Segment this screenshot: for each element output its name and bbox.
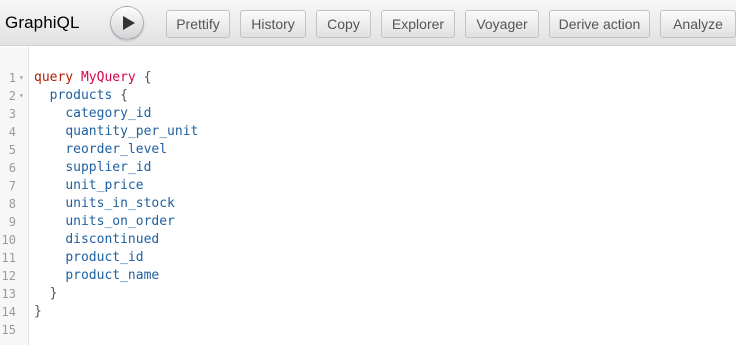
line-number: 13: [1, 287, 16, 301]
line-number: 7: [8, 179, 16, 193]
code-token-field: quantity_per_unit: [65, 124, 199, 139]
code-line[interactable]: 12 product_name: [0, 267, 736, 285]
explorer-button[interactable]: Explorer: [381, 10, 455, 38]
code-token-field: products: [49, 88, 113, 103]
code-token-field: supplier_id: [65, 160, 152, 175]
line-number: 15: [1, 323, 16, 337]
code-token-field: product_name: [65, 268, 160, 283]
graphiql-app: GraphiQL Prettify History Copy Explorer …: [0, 0, 736, 345]
analyze-button[interactable]: Analyze: [660, 10, 736, 38]
execute-query-button[interactable]: [110, 6, 144, 40]
code-token-field: reorder_level: [65, 142, 168, 157]
fold-arrow-icon[interactable]: ▾: [19, 87, 24, 105]
line-number: 8: [8, 197, 16, 211]
code-line[interactable]: 5 reorder_level: [0, 141, 736, 159]
code-line[interactable]: 9 units_on_order: [0, 213, 736, 231]
line-number: 14: [1, 305, 16, 319]
query-editor[interactable]: 1 ▾ query MyQuery {2 ▾ products {3 category…: [0, 47, 736, 345]
line-number: 2: [8, 89, 16, 103]
code-text: discontinued: [34, 231, 159, 249]
code-text: }: [34, 303, 42, 321]
line-number: 6: [8, 161, 16, 175]
code-text: product_id: [34, 249, 144, 267]
code-text: product_name: [34, 267, 159, 285]
code-token-punct: {: [135, 70, 152, 85]
code-text: units_in_stock: [34, 195, 175, 213]
code-line[interactable]: 4 quantity_per_unit: [0, 123, 736, 141]
line-number: 5: [8, 143, 16, 157]
code-token-field: units_on_order: [65, 214, 175, 229]
code-token-punct: }: [49, 286, 58, 301]
prettify-button[interactable]: Prettify: [166, 10, 230, 38]
code-line[interactable]: 8 units_in_stock: [0, 195, 736, 213]
code-line[interactable]: 11 product_id: [0, 249, 736, 267]
code-text: supplier_id: [34, 159, 151, 177]
code-text: }: [34, 285, 58, 303]
code-token-def: MyQuery: [80, 70, 136, 85]
line-number: 1: [8, 71, 16, 85]
code-token-field: discontinued: [65, 232, 160, 247]
code-line[interactable]: 1 ▾ query MyQuery {: [0, 69, 736, 87]
code-token-field: unit_price: [65, 178, 144, 193]
code-line[interactable]: 15: [0, 321, 736, 339]
code-token-field: category_id: [65, 106, 152, 121]
code-token-punct: {: [112, 88, 128, 103]
code-token-kw: query: [34, 70, 74, 85]
code-text: unit_price: [34, 177, 144, 195]
line-number: 11: [1, 251, 16, 265]
history-button[interactable]: History: [240, 10, 306, 38]
code-text: query MyQuery {: [34, 69, 151, 87]
line-number: 9: [8, 215, 16, 229]
code-text: units_on_order: [34, 213, 175, 231]
copy-button[interactable]: Copy: [316, 10, 371, 38]
code-token-field: units_in_stock: [65, 196, 175, 211]
code-line[interactable]: 10 discontinued: [0, 231, 736, 249]
code-text: category_id: [34, 105, 151, 123]
code-token-field: product_id: [65, 250, 144, 265]
play-icon: [123, 16, 135, 30]
code-line[interactable]: 13 }: [0, 285, 736, 303]
code-line[interactable]: 2 ▾ products {: [0, 87, 736, 105]
toolbar: GraphiQL Prettify History Copy Explorer …: [0, 0, 736, 46]
code-line[interactable]: 14}: [0, 303, 736, 321]
line-number: 12: [1, 269, 16, 283]
code-token-punct: }: [34, 304, 42, 319]
code-line[interactable]: 3 category_id: [0, 105, 736, 123]
line-number: 4: [8, 125, 16, 139]
derive-action-button[interactable]: Derive action: [549, 10, 650, 38]
app-title: GraphiQL: [5, 13, 80, 32]
code-text: products {: [34, 87, 128, 105]
line-number: 10: [1, 233, 16, 247]
fold-arrow-icon[interactable]: ▾: [19, 69, 24, 87]
code-text: quantity_per_unit: [34, 123, 198, 141]
line-number: 3: [8, 107, 16, 121]
voyager-button[interactable]: Voyager: [465, 10, 539, 38]
code-line[interactable]: 7 unit_price: [0, 177, 736, 195]
code-line[interactable]: 6 supplier_id: [0, 159, 736, 177]
code-text: reorder_level: [34, 141, 167, 159]
code-token-punct: [73, 70, 81, 85]
